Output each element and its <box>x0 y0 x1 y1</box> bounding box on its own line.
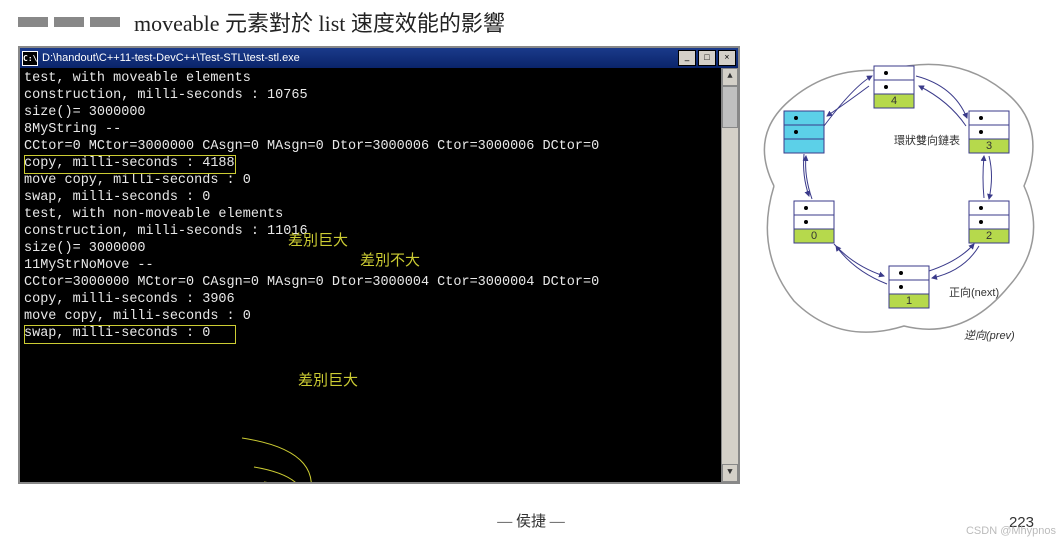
minimize-button[interactable]: _ <box>678 50 696 66</box>
node-label: 4 <box>891 95 897 107</box>
term-line: CCtor=0 MCtor=3000000 CAsgn=0 MAsgn=0 Dt… <box>24 138 734 155</box>
term-line: CCtor=3000000 MCtor=0 CAsgn=0 MAsgn=0 Dt… <box>24 274 734 291</box>
term-line: 8MyString -- <box>24 121 734 138</box>
node-label: 0 <box>811 230 817 242</box>
slide-header: moveable 元素對於 list 速度效能的影響 <box>18 6 1044 38</box>
next-label: 正向(next) <box>949 285 999 299</box>
term-line: size()= 3000000 <box>24 104 734 121</box>
annotation-label: 差別巨大 <box>298 373 358 390</box>
term-line: construction, milli-seconds : 11016 <box>24 223 734 240</box>
slide-title: moveable 元素對於 list 速度效能的影響 <box>134 6 505 38</box>
diagram-caption: 環狀雙向鏈表 <box>894 133 960 147</box>
term-line: 11MyStrNoMove -- <box>24 257 734 274</box>
node-label: 1 <box>906 295 912 307</box>
watermark: CSDN @Mhypnos <box>966 525 1056 537</box>
term-line: swap, milli-seconds : 0 <box>24 325 734 342</box>
scroll-up-icon[interactable]: ▲ <box>722 68 738 86</box>
prev-label: 逆向(prev) <box>964 329 1015 342</box>
term-line: copy, milli-seconds : 4188 <box>24 155 734 172</box>
term-line: construction, milli-seconds : 10765 <box>24 87 734 104</box>
cmd-icon: C:\ <box>22 51 38 66</box>
scroll-down-icon[interactable]: ▼ <box>722 464 738 482</box>
term-line: test, with moveable elements <box>24 70 734 87</box>
term-line: move copy, milli-seconds : 0 <box>24 308 734 325</box>
window-title-path: D:\handout\C++11-test-DevC++\Test-STL\te… <box>42 52 300 64</box>
annotation-curve <box>24 342 738 482</box>
console-window: C:\ D:\handout\C++11-test-DevC++\Test-ST… <box>18 46 740 484</box>
term-line: copy, milli-seconds : 3906 <box>24 291 734 308</box>
term-line: test, with non-moveable elements <box>24 206 734 223</box>
linked-list-diagram: 4 3 2 <box>754 46 1044 484</box>
scrollbar[interactable]: ▲ ▼ <box>721 68 738 482</box>
node-label: 2 <box>986 230 992 242</box>
decor-bars <box>18 17 120 27</box>
scroll-thumb[interactable] <box>722 86 738 128</box>
window-titlebar: C:\ D:\handout\C++11-test-DevC++\Test-ST… <box>20 48 738 68</box>
term-line: swap, milli-seconds : 0 <box>24 189 734 206</box>
term-line: move copy, milli-seconds : 0 <box>24 172 734 189</box>
term-line: size()= 3000000 <box>24 240 734 257</box>
footer-author: — 侯捷 — <box>0 510 1062 531</box>
node-label: 3 <box>986 140 992 152</box>
maximize-button[interactable]: □ <box>698 50 716 66</box>
close-button[interactable]: × <box>718 50 736 66</box>
terminal-body: test, with moveable elements constructio… <box>20 68 738 482</box>
